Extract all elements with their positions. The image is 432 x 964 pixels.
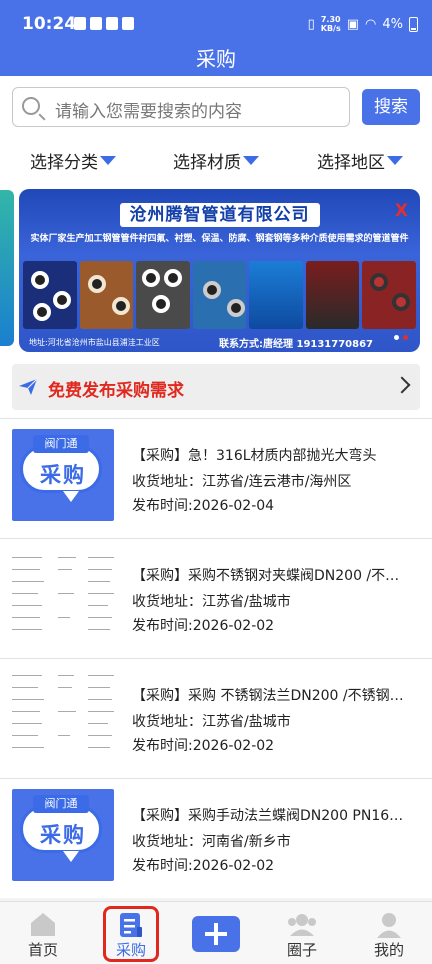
- document-thumbnail: [12, 669, 114, 761]
- pipe-photo: [136, 261, 190, 329]
- chevron-right-icon: [393, 376, 411, 394]
- filter-region-label: 选择地区: [317, 153, 385, 173]
- group-icon: [288, 914, 316, 936]
- home-icon: [31, 913, 55, 936]
- battery-icon: [409, 16, 418, 32]
- banner-carousel: 沧州腾智管道有限公司 X 实体厂家生产加工钢管管件衬四氟、衬塑、保温、防腐、钢套…: [0, 182, 432, 356]
- item-time: 发布时间:2026-02-02: [132, 618, 275, 634]
- item-title: 【采购】急！316L材质内部抛光大弯头: [132, 448, 377, 464]
- banner-prev-peek[interactable]: [0, 190, 14, 346]
- search-bar: 请输入您需要搜索的内容 搜索: [0, 76, 432, 142]
- filter-category[interactable]: 选择分类: [30, 148, 116, 173]
- item-time: 发布时间:2026-02-02: [132, 738, 275, 754]
- list-item[interactable]: 阀门通 采购 【采购】采购手动法兰蝶阀DN200 PN16 /蝶阀 收货地址：河…: [0, 778, 432, 898]
- pipe-photo: [305, 261, 360, 329]
- publish-section: 免费发布采购需求: [0, 356, 432, 418]
- dropdown-triangle-icon: [243, 156, 259, 165]
- carousel-dot: [394, 335, 399, 340]
- tab-home[interactable]: 首页: [0, 902, 86, 964]
- valve-logo-thumbnail: 阀门通 采购: [12, 429, 114, 521]
- banner-company-text: 沧州腾智管道有限公司: [119, 203, 320, 227]
- app-notification-icon: [122, 17, 134, 30]
- net-speed-unit: KB/s: [320, 24, 341, 33]
- publish-request-label: 免费发布采购需求: [48, 381, 184, 401]
- paper-plane-icon: [19, 378, 38, 395]
- notification-icons: [74, 17, 134, 30]
- search-input[interactable]: 请输入您需要搜索的内容: [12, 87, 350, 127]
- no-sim-icon: ▣: [346, 16, 360, 32]
- battery-text: 4%: [382, 16, 403, 32]
- filter-material-label: 选择材质: [173, 153, 241, 173]
- filter-bar: 选择分类 选择材质 选择地区: [0, 142, 432, 182]
- page-title: 采购: [0, 46, 432, 76]
- item-title: 【采购】采购不锈钢对夹蝶阀DN200 /不锈钢蝶阀: [132, 568, 404, 584]
- carousel-dots: [394, 335, 408, 340]
- purchase-list: 阀门通 采购 【采购】急！316L材质内部抛光大弯头 收货地址：江苏省/连云港市…: [0, 418, 432, 898]
- item-address: 收货地址：江苏省/盐城市: [132, 594, 291, 610]
- banner-address: 地址:河北省沧州市盐山县浦洼工业区: [29, 338, 160, 347]
- add-button[interactable]: [192, 916, 240, 952]
- wifi-icon: ◠: [365, 16, 377, 32]
- item-time: 发布时间:2026-02-02: [132, 858, 275, 874]
- active-tab-highlight: [103, 906, 159, 962]
- item-address: 收货地址：江苏省/连云港市/海州区: [132, 474, 352, 490]
- item-title: 【采购】采购 不锈钢法兰DN200 /不锈钢法兰: [132, 688, 404, 704]
- tab-circle[interactable]: 圈子: [259, 902, 345, 964]
- list-item[interactable]: 【采购】采购不锈钢对夹蝶阀DN200 /不锈钢蝶阀 收货地址：江苏省/盐城市 发…: [0, 538, 432, 658]
- filter-region[interactable]: 选择地区: [317, 148, 403, 173]
- valve-logo-thumbnail: 阀门通 采购: [12, 789, 114, 881]
- banner-contact: 联系方式:唐经理 19131770867: [219, 339, 374, 350]
- status-bar: 10:24 ▯ 7.30 KB/s ▣ ◠ 4%: [0, 0, 432, 46]
- net-speed: 7.30 KB/s: [321, 15, 341, 33]
- list-item[interactable]: 【采购】采购 不锈钢法兰DN200 /不锈钢法兰 收货地址：江苏省/盐城市 发布…: [0, 658, 432, 778]
- tab-circle-label: 圈子: [286, 941, 317, 959]
- user-icon: [377, 913, 401, 938]
- thumb-tag: 阀门通: [33, 435, 89, 453]
- item-address: 收货地址：江苏省/盐城市: [132, 714, 291, 730]
- search-placeholder: 请输入您需要搜索的内容: [55, 102, 242, 122]
- document-thumbnail: [12, 549, 114, 641]
- banner-product-photos: [23, 261, 417, 329]
- pipe-photo: [79, 261, 134, 329]
- filter-material[interactable]: 选择材质: [173, 148, 259, 173]
- thumb-tag: 阀门通: [33, 795, 89, 813]
- thumb-word: 采购: [40, 463, 86, 487]
- tab-mine[interactable]: 我的: [346, 902, 432, 964]
- tiktok-icon: [106, 17, 118, 30]
- list-item[interactable]: 阀门通 采购 【采购】急！316L材质内部抛光大弯头 收货地址：江苏省/连云港市…: [0, 418, 432, 538]
- banner-company: 沧州腾智管道有限公司: [19, 200, 420, 227]
- pipe-photo: [249, 261, 303, 329]
- pipe-photo: [23, 261, 77, 329]
- search-icon: [22, 97, 40, 115]
- thumb-word: 采购: [40, 823, 86, 847]
- publish-request-button[interactable]: 免费发布采购需求: [12, 364, 420, 410]
- filter-category-label: 选择分类: [30, 153, 98, 173]
- item-title: 【采购】采购手动法兰蝶阀DN200 PN16 /蝶阀: [132, 808, 404, 824]
- mail-icon: [90, 17, 102, 30]
- search-button[interactable]: 搜索: [362, 89, 420, 125]
- dropdown-triangle-icon: [100, 156, 116, 165]
- banner-close-icon[interactable]: X: [395, 201, 408, 221]
- ad-banner[interactable]: 沧州腾智管道有限公司 X 实体厂家生产加工钢管管件衬四氟、衬塑、保温、防腐、钢套…: [19, 189, 420, 352]
- dropdown-triangle-icon: [387, 156, 403, 165]
- status-right: ▯ 7.30 KB/s ▣ ◠ 4%: [308, 15, 418, 33]
- item-time: 发布时间:2026-02-04: [132, 498, 275, 514]
- sim-icon: [74, 17, 86, 30]
- pipe-photo: [192, 261, 247, 329]
- item-address: 收货地址：河南省/新乡市: [132, 834, 291, 850]
- net-speed-value: 7.30: [320, 15, 341, 24]
- carousel-dot-active: [403, 335, 408, 340]
- tab-mine-label: 我的: [373, 941, 404, 959]
- pipe-photo: [362, 261, 417, 329]
- status-time: 10:24: [22, 14, 77, 34]
- vibrate-icon: ▯: [307, 16, 315, 32]
- banner-slogan: 实体厂家生产加工钢管管件衬四氟、衬塑、保温、防腐、钢套钢等多种介质使用需求的管道…: [30, 234, 409, 244]
- tab-home-label: 首页: [27, 941, 58, 959]
